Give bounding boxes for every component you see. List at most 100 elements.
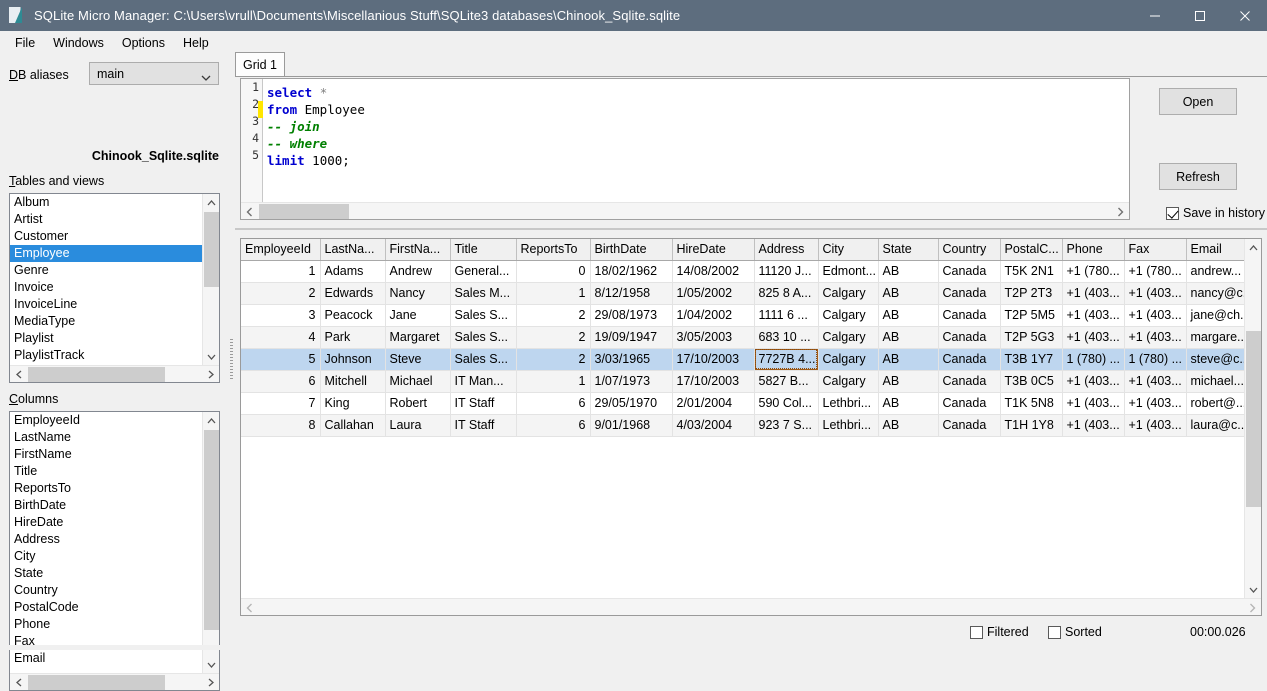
table-cell[interactable]: AB (878, 348, 938, 370)
scroll-left-icon[interactable] (241, 599, 258, 616)
table-cell[interactable]: AB (878, 370, 938, 392)
close-icon[interactable] (1222, 0, 1267, 31)
checkbox-box[interactable] (1166, 207, 1179, 220)
table-row[interactable]: 1AdamsAndrewGeneral...018/02/196214/08/2… (241, 260, 1244, 282)
table-row[interactable]: 6MitchellMichaelIT Man...11/07/197317/10… (241, 370, 1244, 392)
scroll-thumb[interactable] (28, 367, 165, 382)
table-cell[interactable]: Calgary (818, 370, 878, 392)
table-cell[interactable]: Calgary (818, 326, 878, 348)
list-item[interactable]: Artist (10, 211, 202, 228)
table-cell[interactable]: margare... (1186, 326, 1244, 348)
list-item[interactable]: Country (10, 582, 202, 599)
column-header[interactable]: Email (1186, 239, 1244, 260)
table-cell[interactable]: 7 (241, 392, 320, 414)
list-item[interactable]: BirthDate (10, 497, 202, 514)
columns-horizontal-scrollbar[interactable] (10, 673, 219, 690)
table-cell[interactable]: 2 (516, 326, 590, 348)
table-cell[interactable]: robert@... (1186, 392, 1244, 414)
table-cell[interactable]: 2 (516, 348, 590, 370)
list-item[interactable]: Title (10, 463, 202, 480)
table-cell[interactable]: T2P 5G3 (1000, 326, 1062, 348)
table-cell[interactable]: Adams (320, 260, 385, 282)
scroll-up-icon[interactable] (203, 194, 220, 211)
scroll-down-icon[interactable] (203, 656, 220, 673)
table-cell[interactable]: 1111 6 ... (754, 304, 818, 326)
table-cell[interactable]: 1/07/1973 (590, 370, 672, 392)
table-row-selected[interactable]: 5JohnsonSteveSales S...23/03/196517/10/2… (241, 348, 1244, 370)
list-item[interactable]: Phone (10, 616, 202, 633)
scroll-right-icon[interactable] (1244, 599, 1261, 616)
table-cell[interactable]: Sales S... (450, 304, 516, 326)
grid-vertical-scrollbar[interactable] (1244, 239, 1261, 598)
table-cell[interactable]: 19/09/1947 (590, 326, 672, 348)
sql-editor[interactable]: 1 2 3 4 5 select *from Employee-- join--… (240, 78, 1130, 220)
table-cell[interactable]: T1H 1Y8 (1000, 414, 1062, 436)
table-cell[interactable]: Canada (938, 260, 1000, 282)
table-cell[interactable]: nancy@c... (1186, 282, 1244, 304)
checkbox-box[interactable] (1048, 626, 1061, 639)
list-item[interactable]: State (10, 565, 202, 582)
table-cell[interactable]: 9/01/1968 (590, 414, 672, 436)
table-row[interactable]: 3PeacockJaneSales S...229/08/19731/04/20… (241, 304, 1244, 326)
table-cell[interactable]: Lethbri... (818, 392, 878, 414)
table-cell[interactable]: 825 8 A... (754, 282, 818, 304)
menu-options[interactable]: Options (113, 33, 174, 53)
menu-file[interactable]: File (6, 33, 44, 53)
table-row[interactable]: 2EdwardsNancySales M...18/12/19581/05/20… (241, 282, 1244, 304)
table-cell[interactable]: Steve (385, 348, 450, 370)
table-cell[interactable]: Calgary (818, 304, 878, 326)
table-cell[interactable]: 1 (241, 260, 320, 282)
open-button[interactable]: Open (1159, 88, 1237, 115)
table-row[interactable]: 4ParkMargaretSales S...219/09/19473/05/2… (241, 326, 1244, 348)
table-cell[interactable]: Calgary (818, 348, 878, 370)
table-cell[interactable]: +1 (403... (1062, 282, 1124, 304)
menu-windows[interactable]: Windows (44, 33, 113, 53)
tables-horizontal-scrollbar[interactable] (10, 365, 219, 382)
column-header[interactable]: State (878, 239, 938, 260)
list-item[interactable]: Playlist (10, 330, 202, 347)
list-item[interactable]: LastName (10, 429, 202, 446)
scroll-up-icon[interactable] (203, 412, 220, 429)
editor-horizontal-scrollbar[interactable] (241, 202, 1129, 219)
filtered-checkbox[interactable]: Filtered (970, 623, 1029, 641)
table-cell[interactable]: Canada (938, 370, 1000, 392)
table-cell[interactable]: Johnson (320, 348, 385, 370)
table-cell[interactable]: AB (878, 414, 938, 436)
table-cell[interactable]: AB (878, 392, 938, 414)
table-cell[interactable]: 590 Col... (754, 392, 818, 414)
scroll-right-icon[interactable] (202, 366, 219, 383)
table-cell[interactable]: Mitchell (320, 370, 385, 392)
list-item[interactable]: EmployeeId (10, 412, 202, 429)
refresh-button[interactable]: Refresh (1159, 163, 1237, 190)
result-grid[interactable]: EmployeeId LastNa... FirstNa... Title Re… (240, 238, 1262, 616)
table-cell[interactable]: 5827 B... (754, 370, 818, 392)
table-cell[interactable]: 17/10/2003 (672, 370, 754, 392)
tables-list[interactable]: Album Artist Customer Employee Genre Inv… (9, 193, 220, 383)
table-cell[interactable]: IT Staff (450, 414, 516, 436)
table-cell[interactable]: 2 (241, 282, 320, 304)
list-item-selected[interactable]: Employee (10, 245, 202, 262)
column-header[interactable]: Phone (1062, 239, 1124, 260)
table-cell[interactable]: +1 (403... (1124, 370, 1186, 392)
table-cell[interactable]: IT Staff (450, 392, 516, 414)
column-header[interactable]: HireDate (672, 239, 754, 260)
table-cell[interactable]: Sales M... (450, 282, 516, 304)
table-cell[interactable]: +1 (403... (1124, 282, 1186, 304)
table-cell[interactable]: steve@c... (1186, 348, 1244, 370)
table-cell[interactable]: +1 (403... (1124, 414, 1186, 436)
table-cell[interactable]: Peacock (320, 304, 385, 326)
list-item[interactable]: ReportsTo (10, 480, 202, 497)
list-item[interactable]: Customer (10, 228, 202, 245)
table-cell[interactable]: +1 (403... (1062, 414, 1124, 436)
sql-editor-body[interactable]: 1 2 3 4 5 select *from Employee-- join--… (241, 79, 1129, 202)
scroll-right-icon[interactable] (202, 674, 219, 691)
table-cell[interactable]: AB (878, 282, 938, 304)
column-header[interactable]: BirthDate (590, 239, 672, 260)
column-header[interactable]: EmployeeId (241, 239, 320, 260)
table-cell[interactable]: 1 (516, 282, 590, 304)
table-cell[interactable]: T2P 5M5 (1000, 304, 1062, 326)
scroll-thumb[interactable] (204, 212, 219, 287)
table-cell[interactable]: 17/10/2003 (672, 348, 754, 370)
table-cell[interactable]: Canada (938, 414, 1000, 436)
table-cell[interactable]: 2/01/2004 (672, 392, 754, 414)
